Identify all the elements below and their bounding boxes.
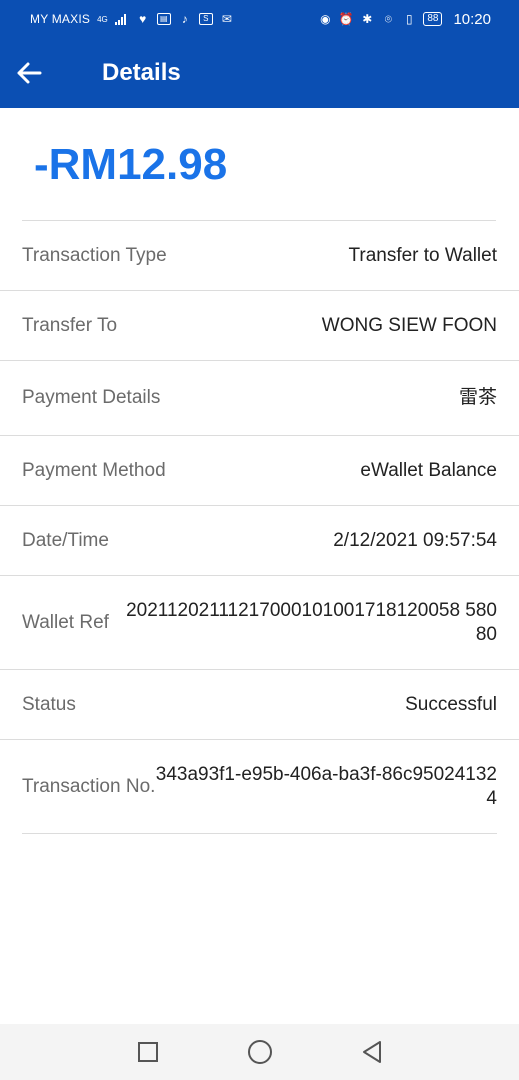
app-s-icon: S bbox=[198, 13, 213, 25]
detail-label: Transfer To bbox=[22, 314, 118, 336]
detail-row-date-time: Date/Time 2/12/2021 09:57:54 bbox=[0, 506, 519, 576]
detail-value: WONG SIEW FOON bbox=[321, 314, 497, 336]
heart-icon: ♥ bbox=[139, 12, 147, 26]
back-triangle-icon bbox=[362, 1041, 381, 1063]
detail-value: Successful bbox=[405, 693, 497, 715]
detail-row-transaction-type: Transaction Type Transfer to Wallet bbox=[0, 221, 519, 291]
details-list: Transaction Type Transfer to Wallet Tran… bbox=[0, 221, 519, 834]
detail-value: eWallet Balance bbox=[360, 459, 497, 481]
page-title: Details bbox=[102, 59, 181, 86]
vibrate-icon: ▯ bbox=[406, 12, 413, 26]
bluetooth-icon: ✱ bbox=[362, 12, 373, 26]
battery-icon: 88 bbox=[423, 12, 443, 26]
detail-row-transfer-to: Transfer To WONG SIEW FOON bbox=[0, 291, 519, 361]
mail-icon: ✉ bbox=[221, 12, 232, 26]
detail-row-payment-method: Payment Method eWallet Balance bbox=[0, 436, 519, 506]
status-bar-left: MY MAXIS 4G ♥ ▤ ♪ S ✉ bbox=[30, 12, 234, 26]
detail-row-wallet-ref: Wallet Ref 20211202111217000101001718120… bbox=[0, 576, 519, 670]
clock: 10:20 bbox=[453, 10, 491, 28]
detail-row-status: Status Successful bbox=[0, 670, 519, 740]
carrier-label: MY MAXIS bbox=[30, 12, 91, 26]
detail-value: 2/12/2021 09:57:54 bbox=[333, 529, 497, 551]
home-button[interactable] bbox=[240, 1032, 280, 1072]
detail-value: 20211202111217000101001718120058 58080 bbox=[126, 599, 497, 645]
detail-value: 雷茶 bbox=[458, 387, 497, 408]
detail-value: 343a93f1-e95b-406a-ba3f-86c950241324 bbox=[155, 763, 497, 809]
status-bar: MY MAXIS 4G ♥ ▤ ♪ S ✉ ◉ ⏰ ✱ ⌾ ▯ 88 10:20 bbox=[0, 0, 519, 38]
recent-apps-button[interactable] bbox=[128, 1032, 168, 1072]
home-icon bbox=[247, 1040, 272, 1064]
recent-apps-icon bbox=[137, 1042, 158, 1062]
detail-value: Transfer to Wallet bbox=[348, 244, 497, 266]
detail-label: Wallet Ref bbox=[22, 611, 109, 633]
back-button[interactable] bbox=[0, 38, 58, 108]
alarm-icon: ⏰ bbox=[338, 12, 354, 26]
network-type: 4G bbox=[97, 14, 108, 24]
detail-label: Date/Time bbox=[22, 529, 109, 551]
eye-icon: ◉ bbox=[320, 12, 331, 26]
system-nav-bar bbox=[0, 1024, 519, 1080]
transaction-amount: -RM12.98 bbox=[34, 140, 228, 189]
detail-label: Status bbox=[22, 693, 76, 715]
detail-label: Payment Details bbox=[22, 387, 161, 408]
arrow-left-icon bbox=[17, 62, 42, 84]
system-back-button[interactable] bbox=[352, 1032, 392, 1072]
sms-icon: ▤ bbox=[156, 13, 171, 25]
tiktok-icon: ♪ bbox=[181, 12, 188, 26]
detail-label: Transaction No. bbox=[22, 775, 156, 797]
detail-label: Payment Method bbox=[22, 459, 166, 481]
detail-label: Transaction Type bbox=[22, 244, 167, 266]
signal-icon bbox=[114, 12, 129, 26]
detail-row-transaction-no: Transaction No. 343a93f1-e95b-406a-ba3f-… bbox=[22, 740, 497, 834]
app-bar: Details bbox=[0, 38, 519, 108]
detail-row-payment-details: Payment Details 雷茶 bbox=[0, 361, 519, 436]
status-bar-right: ◉ ⏰ ✱ ⌾ ▯ 88 10:20 bbox=[318, 11, 491, 28]
location-icon: ⌾ bbox=[384, 11, 392, 26]
